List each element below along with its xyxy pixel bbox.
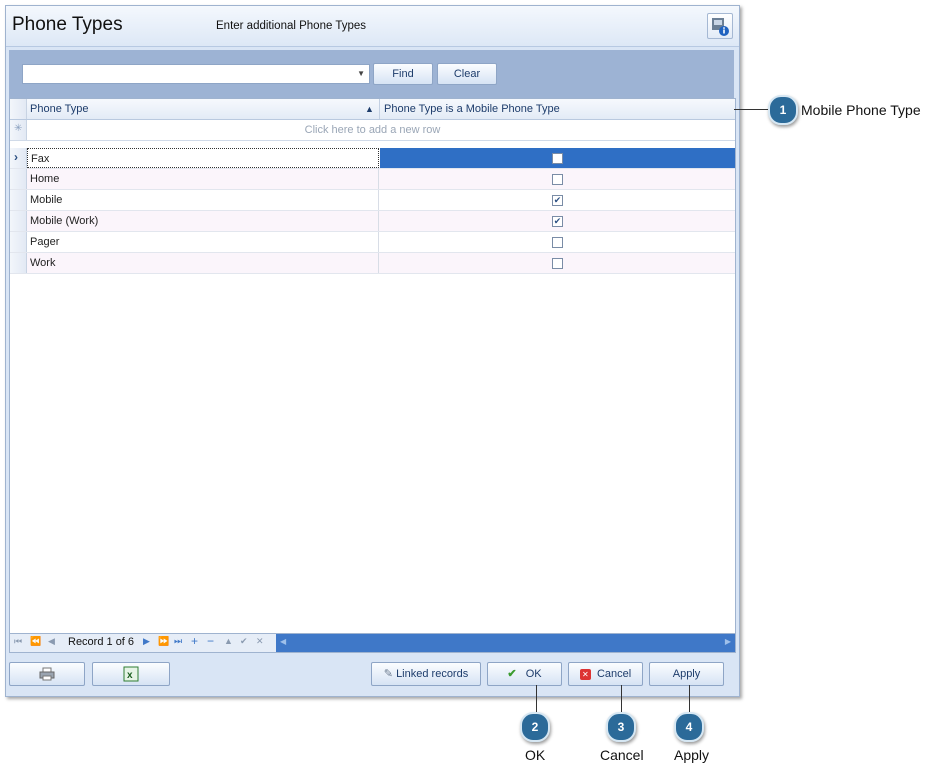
row-indicator-icon: › — [14, 150, 18, 164]
mobile-cell[interactable] — [380, 148, 735, 168]
linked-records-label: Linked records — [396, 668, 469, 680]
callout-label-1: Mobile Phone Type — [801, 102, 921, 118]
cancel-label: Cancel — [596, 668, 632, 680]
column-divider — [379, 99, 380, 119]
print-button[interactable] — [9, 662, 85, 686]
window-title: Phone Types — [12, 14, 123, 35]
mobile-checkbox[interactable]: ✔ — [552, 216, 563, 227]
callout-label-4: Apply — [674, 747, 710, 763]
clear-button[interactable]: Clear — [437, 63, 497, 85]
print-icon — [39, 667, 55, 681]
cancel-icon: ✕ — [579, 668, 591, 680]
info-button[interactable] — [707, 13, 733, 39]
callout-badge-1: 1 — [768, 95, 798, 125]
svg-text:x: x — [127, 670, 133, 681]
mobile-cell[interactable]: ✔ — [380, 211, 735, 231]
search-combo[interactable]: ▼ — [22, 64, 370, 84]
callout-label-3: Cancel — [600, 747, 644, 763]
row-indicator — [10, 253, 27, 273]
add-record-icon[interactable]: + — [191, 634, 198, 648]
last-page-icon[interactable]: ⏭ — [174, 636, 182, 647]
pencil-icon: ✎ — [383, 668, 393, 680]
window-subtitle: Enter additional Phone Types — [216, 20, 367, 32]
phone-types-grid: Phone Type ▲ Phone Type is a Mobile Phon… — [9, 98, 736, 635]
table-row[interactable]: Home — [10, 169, 735, 190]
horizontal-scrollbar[interactable]: ◀ ▶ — [276, 634, 735, 652]
column-header-label: Phone Type — [30, 103, 89, 115]
phone-type-cell[interactable]: Fax — [27, 148, 379, 168]
new-row[interactable]: ✳ Click here to add a new row — [10, 120, 735, 141]
table-row[interactable]: Mobile ✔ — [10, 190, 735, 211]
footer-bar: x ✎ Linked records ✔ OK ✕ Cancel Apply — [6, 654, 739, 696]
phone-type-cell[interactable]: Mobile — [27, 190, 379, 210]
cancel-button[interactable]: ✕ Cancel — [568, 662, 643, 686]
sort-ascending-icon: ▲ — [365, 104, 374, 114]
callout-line-4 — [689, 685, 690, 714]
delete-record-icon[interactable]: − — [207, 634, 214, 648]
row-indicator: › — [10, 148, 27, 168]
column-header-mobile[interactable]: Phone Type is a Mobile Phone Type — [384, 99, 724, 119]
table-row[interactable]: Pager — [10, 232, 735, 253]
record-counter: Record 1 of 6 — [68, 636, 135, 648]
ok-label: OK — [525, 668, 542, 680]
mobile-cell[interactable] — [380, 253, 735, 273]
info-icon — [712, 18, 729, 36]
record-navigator: ⏮ ⏪ ◀ Record 1 of 6 ▶ ⏩ ⏭ + − ▲ ✔ ✕ ◀ ▶ — [9, 633, 736, 653]
checkmark-icon: ✔ — [507, 668, 517, 680]
previous-record-icon[interactable]: ◀ — [48, 636, 55, 647]
find-button[interactable]: Find — [373, 63, 433, 85]
phone-type-cell[interactable]: Mobile (Work) — [27, 211, 379, 231]
callout-line-2 — [536, 685, 537, 714]
apply-label: Apply — [672, 668, 701, 680]
mobile-checkbox[interactable] — [552, 174, 563, 185]
first-page-icon[interactable]: ⏮ — [14, 636, 22, 647]
phone-type-cell[interactable]: Home — [27, 169, 379, 189]
table-row[interactable]: Work — [10, 253, 735, 274]
scroll-right-icon[interactable]: ▶ — [725, 637, 731, 646]
mobile-cell[interactable] — [380, 169, 735, 189]
title-bar: Phone Types Enter additional Phone Types — [6, 6, 739, 47]
callout-badge-2: 2 — [520, 712, 550, 742]
mobile-cell[interactable]: ✔ — [380, 190, 735, 210]
linked-records-button[interactable]: ✎ Linked records — [371, 662, 481, 686]
grid-header: Phone Type ▲ Phone Type is a Mobile Phon… — [10, 99, 735, 120]
excel-icon: x — [123, 666, 139, 682]
header-indicator-cell — [10, 99, 27, 119]
phone-type-cell[interactable]: Pager — [27, 232, 379, 252]
callout-badge-3: 3 — [606, 712, 636, 742]
ok-button[interactable]: ✔ OK — [487, 662, 562, 686]
previous-page-icon[interactable]: ⏪ — [30, 636, 41, 647]
edit-record-icon[interactable]: ▲ — [224, 636, 233, 646]
new-row-prompt[interactable]: Click here to add a new row — [10, 120, 735, 140]
scroll-left-icon[interactable]: ◀ — [280, 637, 286, 646]
mobile-checkbox[interactable] — [552, 153, 563, 164]
table-row[interactable]: Mobile (Work) ✔ — [10, 211, 735, 232]
search-toolbar: ▼ Find Clear — [9, 50, 734, 98]
callout-line-3 — [621, 685, 622, 714]
callout-badge-4: 4 — [674, 712, 704, 742]
mobile-checkbox[interactable] — [552, 258, 563, 269]
dropdown-arrow-icon[interactable]: ▼ — [357, 69, 365, 78]
mobile-checkbox[interactable]: ✔ — [552, 195, 563, 206]
row-indicator — [10, 211, 27, 231]
next-page-icon[interactable]: ⏩ — [158, 636, 169, 647]
cancel-edit-icon[interactable]: ✕ — [256, 636, 264, 647]
callout-label-2: OK — [525, 747, 546, 763]
table-row[interactable]: › Fax — [10, 148, 735, 169]
next-record-icon[interactable]: ▶ — [143, 636, 150, 647]
mobile-cell[interactable] — [380, 232, 735, 252]
row-indicator — [10, 190, 27, 210]
column-header-phone-type[interactable]: Phone Type — [30, 99, 370, 119]
row-indicator — [10, 232, 27, 252]
column-header-label: Phone Type is a Mobile Phone Type — [384, 103, 560, 115]
row-indicator — [10, 169, 27, 189]
phone-types-window: Phone Types Enter additional Phone Types… — [5, 5, 740, 697]
callout-line-1 — [734, 109, 770, 110]
export-excel-button[interactable]: x — [92, 662, 170, 686]
save-record-icon[interactable]: ✔ — [240, 636, 248, 647]
mobile-checkbox[interactable] — [552, 237, 563, 248]
phone-type-cell[interactable]: Work — [27, 253, 379, 273]
apply-button[interactable]: Apply — [649, 662, 724, 686]
